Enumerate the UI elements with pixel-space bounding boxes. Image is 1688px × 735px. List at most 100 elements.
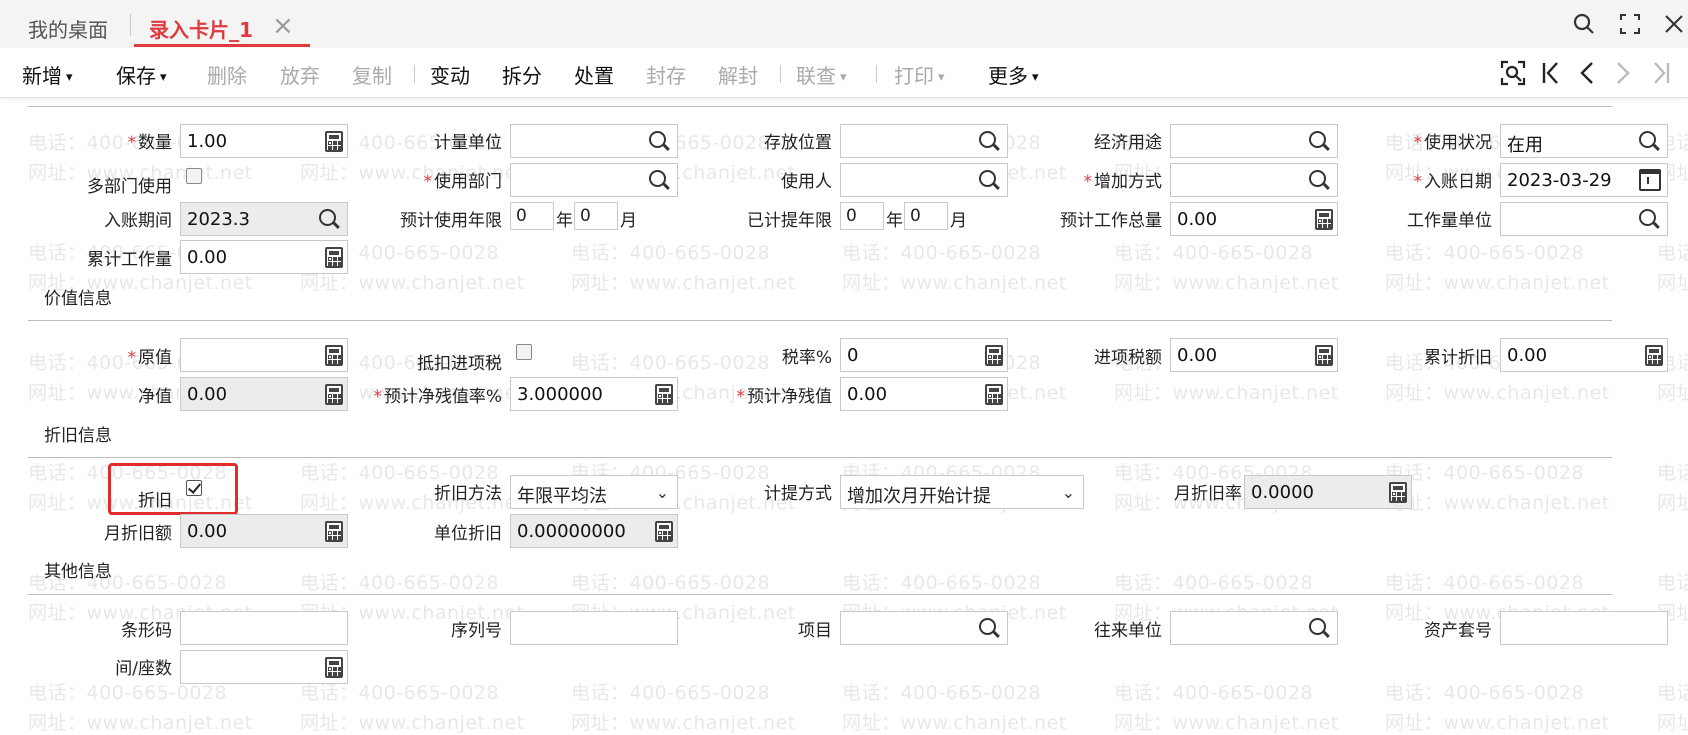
more-button[interactable]: 更多 ▾ <box>988 60 1039 89</box>
section-divider <box>28 594 1612 595</box>
entry-date-field[interactable]: 2023-03-29 <box>1500 163 1668 197</box>
calculator-icon[interactable] <box>325 384 343 405</box>
status-value: 在用 <box>1507 135 1543 156</box>
seal-button[interactable]: 封存 <box>646 60 686 89</box>
calculator-icon[interactable] <box>1389 482 1407 503</box>
tax-rate-field[interactable]: 0 <box>840 338 1008 372</box>
unit-dep-field[interactable]: 0.00000000 <box>510 514 678 548</box>
monthly-rate-value: 0.0000 <box>1251 482 1314 503</box>
search-icon[interactable] <box>319 209 341 231</box>
month-unit: 月 <box>950 211 967 231</box>
unseal-button[interactable]: 解封 <box>718 60 758 89</box>
barcode-label: 条形码 <box>121 621 172 641</box>
search-icon[interactable] <box>1309 131 1331 153</box>
calculator-icon[interactable] <box>1645 345 1663 366</box>
search-icon[interactable] <box>649 170 671 192</box>
asset-set-field[interactable] <box>1500 611 1668 645</box>
serial-field[interactable] <box>510 611 678 645</box>
partner-field[interactable] <box>1170 611 1338 645</box>
est-life-year-field[interactable]: 0 <box>510 202 554 230</box>
calculator-icon[interactable] <box>325 345 343 366</box>
search-icon[interactable] <box>1639 209 1661 231</box>
entry-period-field[interactable]: 2023.3 <box>180 202 348 236</box>
calculator-icon[interactable] <box>325 657 343 678</box>
asset-set-label: 资产套号 <box>1424 621 1492 641</box>
print-button[interactable]: 打印 ▾ <box>894 60 945 89</box>
watermark-site: 网址：www.chanjet.net <box>1385 272 1610 294</box>
tab-close-icon[interactable]: × <box>272 11 294 41</box>
fullscreen-icon[interactable] <box>1616 10 1644 38</box>
calculator-icon[interactable] <box>325 247 343 268</box>
barcode-field[interactable] <box>180 611 348 645</box>
dispose-button[interactable]: 处置 <box>574 60 614 89</box>
search-icon[interactable] <box>1309 618 1331 640</box>
last-record-icon[interactable] <box>1648 58 1674 88</box>
copy-button[interactable]: 复制 <box>352 60 392 89</box>
calculator-icon[interactable] <box>1315 209 1333 230</box>
multi-dept-checkbox[interactable] <box>186 168 202 184</box>
search-icon[interactable] <box>979 170 1001 192</box>
locate-card-icon[interactable] <box>1500 58 1526 88</box>
room-field[interactable] <box>180 650 348 684</box>
search-icon[interactable] <box>1639 131 1661 153</box>
calculator-icon[interactable] <box>985 345 1003 366</box>
residual-rate-field[interactable]: 3.000000 <box>510 377 678 411</box>
acc-workload-field[interactable]: 0.00 <box>180 240 348 274</box>
econ-use-field[interactable] <box>1170 124 1338 158</box>
calculator-icon[interactable] <box>655 384 673 405</box>
change-button[interactable]: 变动 <box>430 60 470 89</box>
deduct-tax-checkbox[interactable] <box>516 344 532 360</box>
calendar-icon[interactable] <box>1639 169 1661 191</box>
split-button[interactable]: 拆分 <box>502 60 542 89</box>
unit-field[interactable] <box>510 124 678 158</box>
tab-card-entry[interactable]: 录入卡片_1 <box>149 14 253 43</box>
previous-record-icon[interactable] <box>1574 58 1600 88</box>
chevron-down-icon: ▾ <box>938 70 945 85</box>
est-workload-field[interactable]: 0.00 <box>1170 202 1338 236</box>
discard-button[interactable]: 放弃 <box>280 60 320 89</box>
dept-field[interactable] <box>510 163 678 197</box>
status-field[interactable]: 在用 <box>1500 124 1668 158</box>
accrual-select[interactable]: 增加次月开始计提 ⌄ <box>840 475 1084 509</box>
calculator-icon[interactable] <box>1315 345 1333 366</box>
workload-unit-field[interactable] <box>1500 202 1668 236</box>
user-field[interactable] <box>840 163 1008 197</box>
dep-label: 折旧 <box>138 491 172 511</box>
net-field[interactable]: 0.00 <box>180 377 348 411</box>
search-icon[interactable] <box>649 131 671 153</box>
location-field[interactable] <box>840 124 1008 158</box>
add-method-field[interactable] <box>1170 163 1338 197</box>
first-record-icon[interactable] <box>1538 58 1564 88</box>
search-icon[interactable] <box>1570 10 1598 38</box>
next-record-icon[interactable] <box>1610 58 1636 88</box>
section-divider <box>28 457 1612 458</box>
calculator-icon[interactable] <box>325 521 343 542</box>
search-icon[interactable] <box>979 618 1001 640</box>
dep-method-select[interactable]: 年限平均法 ⌄ <box>510 475 678 509</box>
calculator-icon[interactable] <box>325 131 343 152</box>
project-field[interactable] <box>840 611 1008 645</box>
watermark-phone: 电话：400-665-0028 <box>1657 572 1688 594</box>
tab-home[interactable]: 我的桌面 <box>28 14 108 43</box>
search-icon[interactable] <box>1309 170 1331 192</box>
calculator-icon[interactable] <box>985 384 1003 405</box>
save-button[interactable]: 保存 ▾ <box>116 60 167 89</box>
section-divider <box>28 320 1612 321</box>
residual-field[interactable]: 0.00 <box>840 377 1008 411</box>
monthly-amount-field[interactable]: 0.00 <box>180 514 348 548</box>
delete-button[interactable]: 删除 <box>207 60 247 89</box>
accrued-life-year-field[interactable]: 0 <box>840 202 884 230</box>
est-life-month-field[interactable]: 0 <box>574 202 618 230</box>
original-field[interactable] <box>180 338 348 372</box>
add-button[interactable]: 新增 ▾ <box>22 60 73 89</box>
search-icon[interactable] <box>979 131 1001 153</box>
calculator-icon[interactable] <box>655 521 673 542</box>
monthly-rate-field[interactable]: 0.0000 <box>1244 475 1412 509</box>
acc-dep-field[interactable]: 0.00 <box>1500 338 1668 372</box>
close-window-icon[interactable] <box>1660 10 1688 38</box>
dep-checkbox[interactable] <box>186 480 202 496</box>
query-button[interactable]: 联查 ▾ <box>796 60 847 89</box>
quantity-field[interactable]: 1.00 <box>180 124 348 158</box>
input-tax-field[interactable]: 0.00 <box>1170 338 1338 372</box>
accrued-life-month-field[interactable]: 0 <box>904 202 948 230</box>
